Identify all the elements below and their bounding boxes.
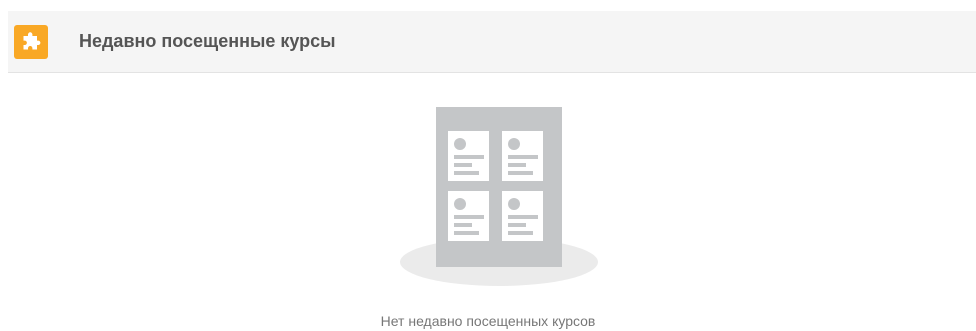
block-header: Недавно посещенные курсы: [8, 11, 976, 73]
recently-accessed-courses-block: Недавно посещенные курсы Нет недавно пос…: [0, 0, 976, 331]
block-title: Недавно посещенные курсы: [79, 31, 336, 51]
course-cards-placeholder-icon: [398, 102, 600, 288]
puzzle-piece-icon: [14, 25, 48, 59]
empty-state-message: Нет недавно посещенных курсов: [380, 313, 596, 329]
